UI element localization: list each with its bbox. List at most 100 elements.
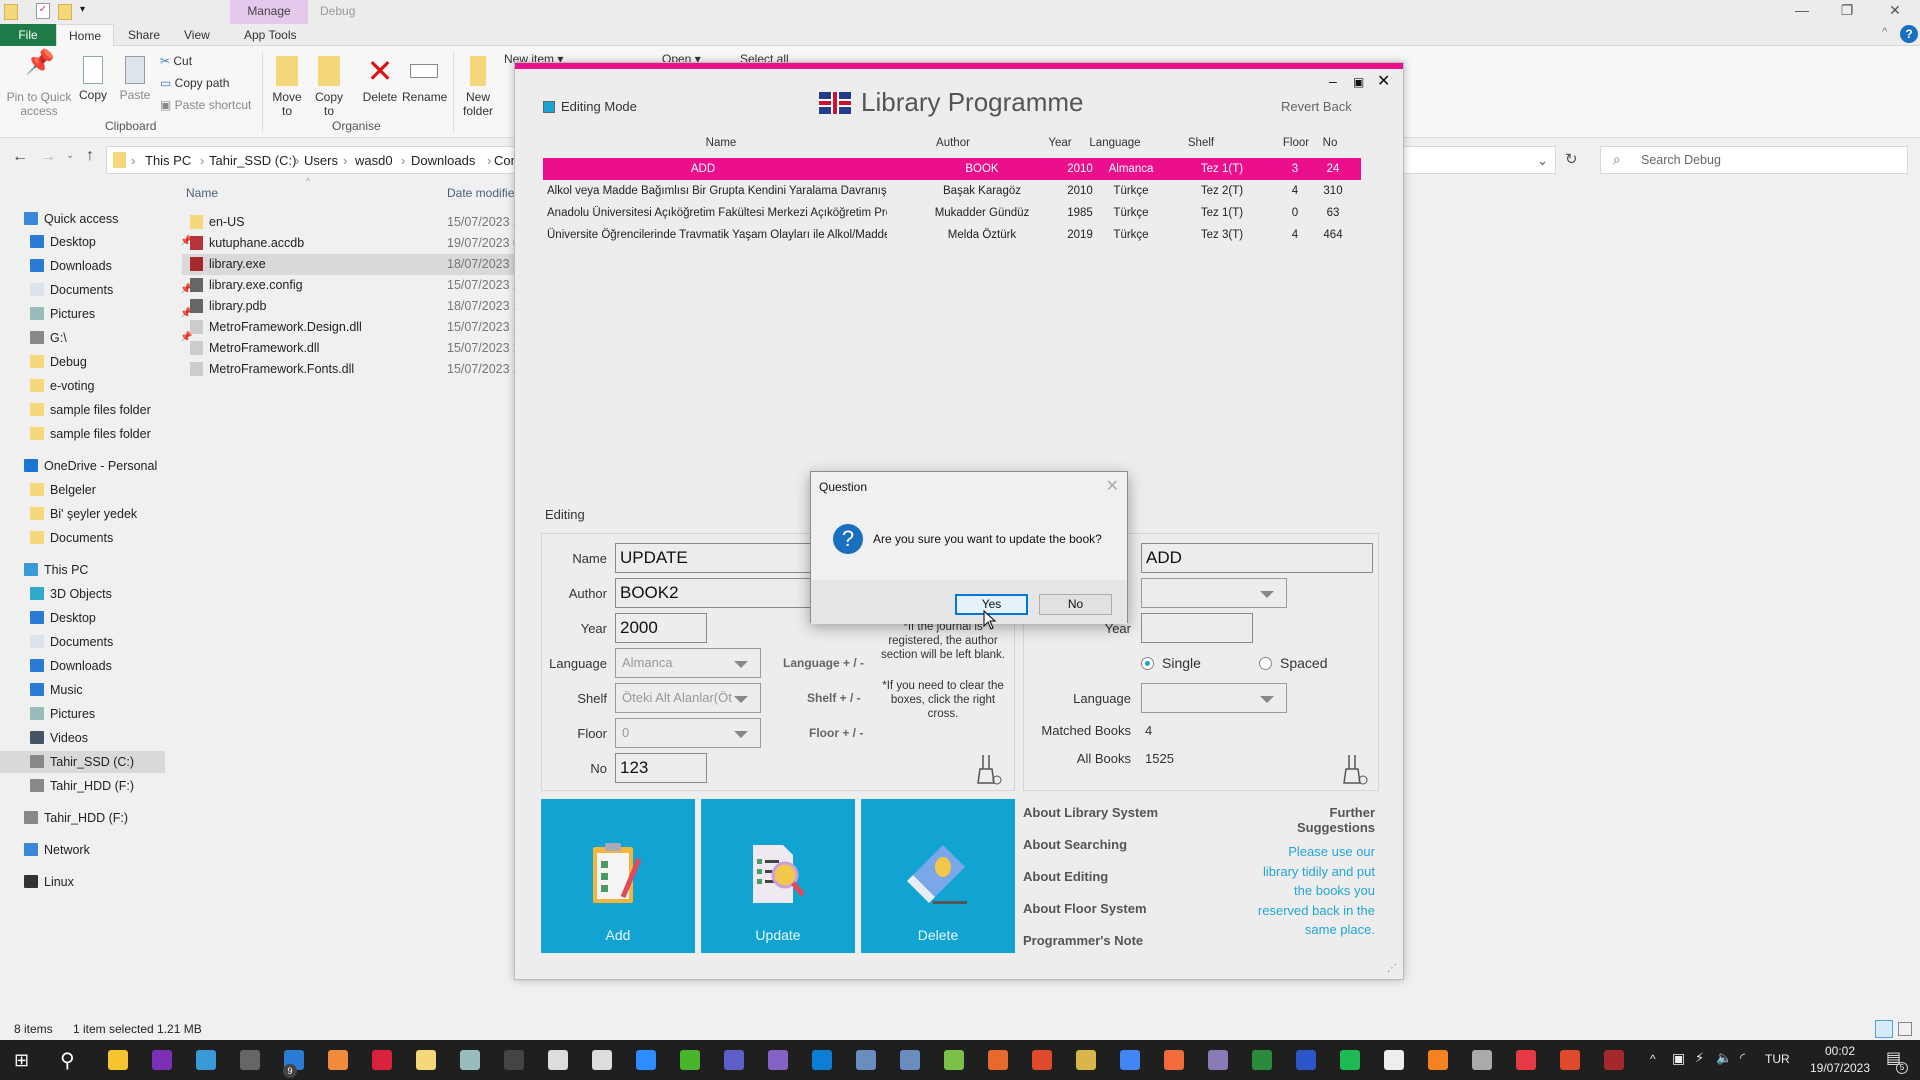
minimize-icon[interactable]: — bbox=[1787, 2, 1817, 22]
nav-item[interactable]: Downloads bbox=[30, 655, 112, 677]
delete-button[interactable]: ✕ Delete bbox=[360, 55, 400, 104]
column-header[interactable]: Floor bbox=[1281, 137, 1311, 149]
app-icon[interactable] bbox=[1032, 1050, 1052, 1070]
clear-broom-icon[interactable] bbox=[1343, 753, 1371, 785]
close-icon[interactable]: ✕ bbox=[1880, 2, 1910, 22]
nav-item[interactable]: Bi' şeyler yedek bbox=[30, 503, 137, 525]
windows-start-icon[interactable]: ⊞ bbox=[14, 1050, 29, 1071]
nav-item[interactable]: Linux bbox=[24, 871, 74, 893]
no-button[interactable]: No bbox=[1039, 594, 1112, 615]
paste-shortcut-button[interactable]: ▣ Paste shortcut bbox=[160, 98, 251, 112]
teams-icon[interactable] bbox=[724, 1050, 744, 1070]
properties-icon[interactable]: ✓ bbox=[36, 3, 50, 19]
close-icon[interactable]: ✕ bbox=[1106, 476, 1119, 496]
floor-select[interactable]: 0 bbox=[615, 718, 761, 748]
notion-icon[interactable] bbox=[1384, 1050, 1404, 1070]
refresh-icon[interactable]: ↻ bbox=[1565, 150, 1578, 168]
uk-flag-icon[interactable] bbox=[819, 92, 851, 114]
matlab-icon[interactable] bbox=[988, 1050, 1008, 1070]
table-row[interactable]: Üniversite Öğrencilerinde Travmatik Yaşa… bbox=[543, 224, 1361, 246]
nav-item[interactable]: sample files folder bbox=[30, 423, 151, 445]
file-row[interactable]: en-US 15/07/2023 20 bbox=[182, 212, 527, 233]
chrome-icon[interactable] bbox=[1120, 1050, 1140, 1070]
breadcrumb-item[interactable]: Tahir_SSD (C:) bbox=[209, 153, 296, 168]
app-icon[interactable] bbox=[1296, 1050, 1316, 1070]
nav-item[interactable]: Documents bbox=[30, 631, 113, 653]
manage-context-tab[interactable]: Manage bbox=[230, 0, 308, 24]
restore-icon[interactable]: ❐ bbox=[1832, 2, 1862, 22]
delete-tile-button[interactable]: Delete bbox=[861, 799, 1015, 953]
no-input[interactable]: 123 bbox=[615, 753, 707, 783]
copy-button[interactable]: Copy bbox=[76, 56, 110, 102]
radio-spaced[interactable]: Spaced bbox=[1259, 655, 1327, 671]
clear-broom-icon[interactable] bbox=[977, 753, 1005, 785]
copy-path-button[interactable]: ▭ Copy path bbox=[160, 76, 229, 90]
column-header[interactable]: Name bbox=[691, 137, 751, 149]
about-link[interactable]: About Library System bbox=[1023, 805, 1158, 820]
collapse-ribbon-icon[interactable]: ^ bbox=[1882, 26, 1887, 38]
breadcrumb-item[interactable]: wasd0 bbox=[355, 153, 393, 168]
file-row[interactable]: library.pdb 18/07/2023 23 bbox=[182, 296, 527, 317]
app-icon[interactable] bbox=[1516, 1050, 1536, 1070]
app-icon[interactable] bbox=[1164, 1050, 1184, 1070]
app-icon[interactable] bbox=[328, 1050, 348, 1070]
table-row[interactable]: Alkol veya Madde Bağımlısı Bir Grupta Ke… bbox=[543, 180, 1361, 202]
r-icon[interactable] bbox=[856, 1050, 876, 1070]
tab-share[interactable]: Share bbox=[116, 24, 172, 46]
radio-single[interactable]: Single bbox=[1141, 655, 1201, 671]
visual-studio-icon[interactable] bbox=[768, 1050, 788, 1070]
app-icon[interactable] bbox=[1252, 1050, 1272, 1070]
large-icons-view-icon[interactable] bbox=[1898, 1022, 1912, 1036]
update-tile-button[interactable]: Update bbox=[701, 799, 855, 953]
spotify-icon[interactable] bbox=[1340, 1050, 1360, 1070]
file-row[interactable]: kutuphane.accdb 19/07/2023 00 bbox=[182, 233, 527, 254]
search-author-select[interactable] bbox=[1141, 578, 1287, 608]
paste-button[interactable]: Paste bbox=[118, 56, 152, 102]
tab-file[interactable]: File bbox=[0, 24, 56, 46]
nav-item[interactable]: Desktop 📌 bbox=[30, 231, 192, 253]
tab-view[interactable]: View bbox=[172, 24, 222, 46]
revert-back-link[interactable]: Revert Back bbox=[1281, 99, 1352, 114]
power-icon[interactable]: ⚡ bbox=[1695, 1050, 1704, 1066]
nav-item[interactable]: Music bbox=[30, 679, 83, 701]
column-header[interactable]: No bbox=[1315, 137, 1345, 149]
nav-item[interactable]: Belgeler bbox=[30, 479, 96, 501]
resize-grip-icon[interactable]: ⋰ bbox=[1387, 963, 1397, 974]
calculator-icon[interactable] bbox=[240, 1050, 260, 1070]
file-row[interactable]: MetroFramework.Design.dll 15/07/2023 20 bbox=[182, 317, 527, 338]
folder-icon[interactable] bbox=[4, 4, 18, 20]
table-row[interactable]: ADD BOOK 2010 Almanca Tez 1(T) 3 24 bbox=[543, 158, 1361, 180]
details-view-icon[interactable] bbox=[1875, 1020, 1893, 1038]
add-tile-button[interactable]: Add bbox=[541, 799, 695, 953]
column-header[interactable]: Author bbox=[923, 137, 983, 149]
nav-item[interactable]: Downloads📌 bbox=[30, 255, 192, 277]
amd-icon[interactable] bbox=[372, 1050, 392, 1070]
paint-icon[interactable] bbox=[460, 1050, 480, 1070]
customize-qat-icon[interactable]: ▾ bbox=[80, 4, 85, 15]
show-hidden-icons[interactable]: ^ bbox=[1650, 1052, 1656, 1066]
app-icon[interactable] bbox=[548, 1050, 568, 1070]
file-row[interactable]: library.exe 18/07/2023 23 bbox=[182, 254, 527, 275]
nav-item[interactable]: This PC bbox=[24, 559, 88, 581]
nav-item[interactable]: Documents 📌 bbox=[30, 279, 192, 301]
shelf-select[interactable]: Öteki Alt Alanlar(Öt bbox=[615, 683, 761, 713]
vscode-icon[interactable] bbox=[812, 1050, 832, 1070]
name-input[interactable]: UPDATE bbox=[615, 543, 815, 573]
breadcrumb-item[interactable]: This PC bbox=[145, 153, 191, 168]
nav-item[interactable]: Tahir_HDD (F:) bbox=[30, 775, 134, 797]
file-row[interactable]: library.exe.config 15/07/2023 20 bbox=[182, 275, 527, 296]
column-header-date[interactable]: Date modified bbox=[447, 186, 521, 200]
app-icon[interactable] bbox=[196, 1050, 216, 1070]
search-icon[interactable]: ⚲ bbox=[60, 1048, 75, 1073]
up-arrow-icon[interactable]: ↑ bbox=[86, 147, 94, 165]
file-explorer-icon[interactable] bbox=[416, 1050, 436, 1070]
search-box[interactable]: ⌕ Search Debug bbox=[1600, 146, 1908, 174]
app-icon[interactable] bbox=[1208, 1050, 1228, 1070]
onenote-icon[interactable] bbox=[152, 1050, 172, 1070]
nav-item[interactable]: Debug bbox=[30, 351, 87, 373]
nav-item[interactable]: G:\ 📌 bbox=[30, 327, 192, 349]
minimize-icon[interactable]: – bbox=[1329, 73, 1337, 89]
column-header-name[interactable]: Name bbox=[186, 186, 218, 200]
nav-item[interactable]: Videos bbox=[30, 727, 88, 749]
file-row[interactable]: MetroFramework.Fonts.dll 15/07/2023 20 bbox=[182, 359, 527, 380]
